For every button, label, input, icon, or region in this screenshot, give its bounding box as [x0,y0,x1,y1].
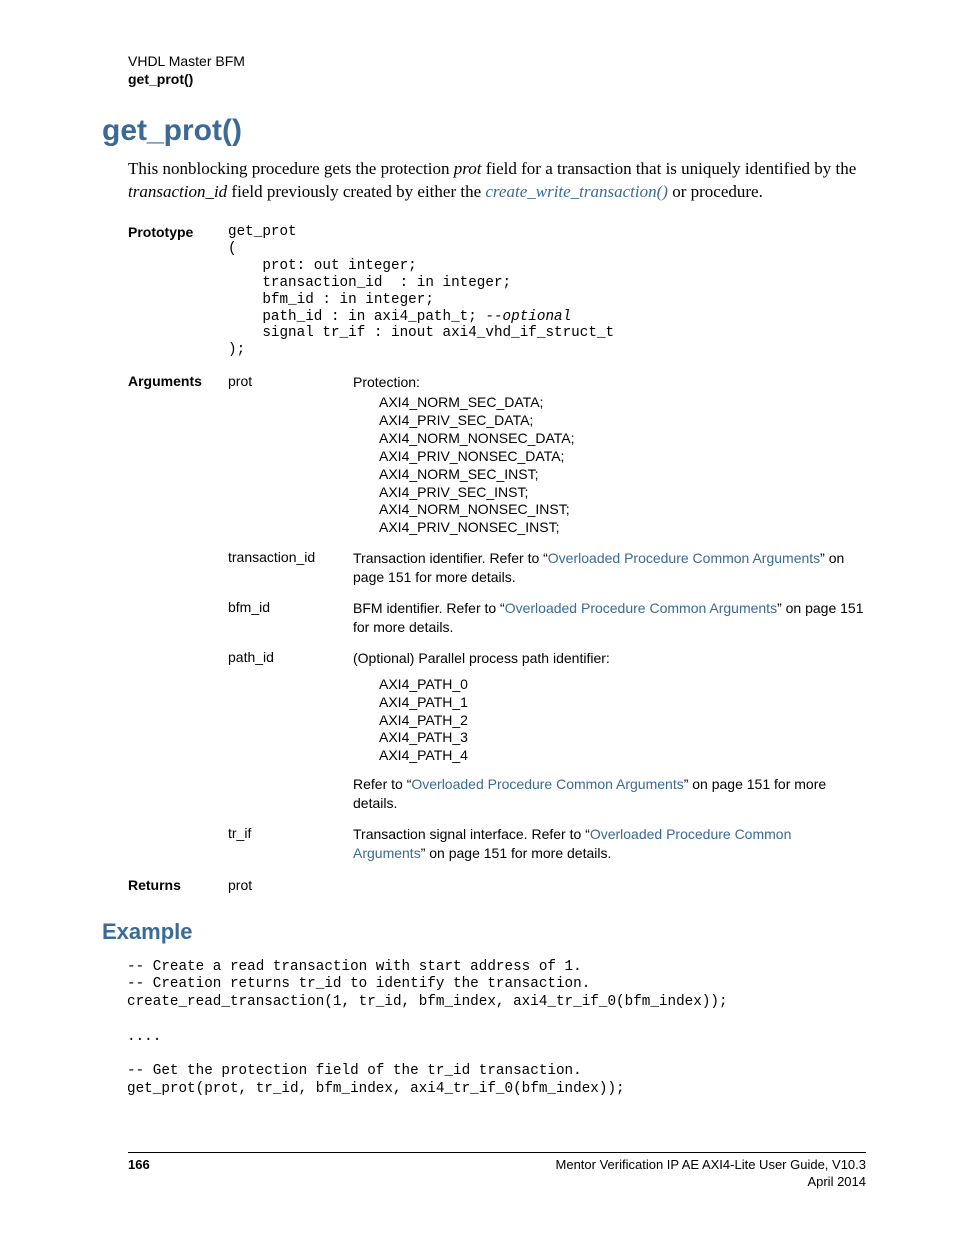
footer-right: Mentor Verification IP AE AXI4-Lite User… [556,1157,866,1191]
argdesc-path-id-footer: Refer to “Overloaded Procedure Common Ar… [353,775,866,813]
footer-date: April 2014 [556,1174,866,1191]
link-create-write-transaction[interactable]: create_write_transaction() [485,182,668,201]
argdesc-tr-if: Transaction signal interface. Refer to “… [353,825,866,863]
prototype-row: Prototype get_prot ( prot: out integer; … [128,224,866,359]
header-section: get_prot() [128,70,866,88]
argname-transaction-id: transaction_id [228,549,353,587]
page-title: get_prot() [102,114,866,148]
argument-row-path-id: path_id (Optional) Parallel process path… [128,649,866,813]
intro-text: or procedure. [668,182,763,201]
link-overloaded-procedure-common-arguments[interactable]: Overloaded Procedure Common Arguments [411,776,683,792]
intro-paragraph: This nonblocking procedure gets the prot… [128,158,866,204]
page-footer: 166 Mentor Verification IP AE AXI4-Lite … [128,1152,866,1191]
argdesc-pre: Transaction signal interface. Refer to “ [353,826,590,842]
argdesc-path-id-head: (Optional) Parallel process path identif… [353,649,866,668]
intro-text: This nonblocking procedure gets the prot… [128,159,454,178]
header-chapter: VHDL Master BFM [128,52,866,70]
label-arguments: Arguments [128,373,228,537]
argdesc-post: ” on page 151 for more details. [421,845,612,861]
argdesc-prot: Protection: AXI4_NORM_SEC_DATA; AXI4_PRI… [353,373,866,537]
argument-row-tr-if: tr_if Transaction signal interface. Refe… [128,825,866,863]
argument-row-prot: Arguments prot Protection: AXI4_NORM_SEC… [128,373,866,537]
link-overloaded-procedure-common-arguments[interactable]: Overloaded Procedure Common Arguments [548,550,820,566]
argdesc-pre: Refer to “ [353,776,411,792]
argname-path-id: path_id [228,649,353,813]
page-header: VHDL Master BFM get_prot() [128,52,866,88]
label-returns: Returns [128,877,228,893]
intro-text: field previously created by either the [227,182,485,201]
code-comment: --optional [485,309,571,325]
argdesc-path-id: (Optional) Parallel process path identif… [353,649,866,813]
argdesc-path-id-items: AXI4_PATH_0 AXI4_PATH_1 AXI4_PATH_2 AXI4… [379,676,866,766]
example-heading: Example [102,919,866,945]
argname-bfm-id: bfm_id [228,599,353,637]
argdesc-transaction-id: Transaction identifier. Refer to “Overlo… [353,549,866,587]
argname-prot: prot [228,373,353,537]
returns-value: prot [228,877,353,893]
intro-em-prot: prot [454,159,482,178]
argument-row-transaction-id: transaction_id Transaction identifier. R… [128,549,866,587]
argdesc-prot-head: Protection: [353,373,866,392]
prototype-body: get_prot ( prot: out integer; transactio… [228,224,866,359]
link-overloaded-procedure-common-arguments[interactable]: Overloaded Procedure Common Arguments [505,600,777,616]
label-prototype: Prototype [128,224,228,359]
footer-doc-title: Mentor Verification IP AE AXI4-Lite User… [556,1157,866,1174]
footer-page-number: 166 [128,1157,150,1191]
argdesc-pre: Transaction identifier. Refer to “ [353,550,548,566]
example-code-block: -- Create a read transaction with start … [127,959,866,1099]
intro-em-transaction-id: transaction_id [128,182,227,201]
intro-text: field for a transaction that is uniquely… [481,159,856,178]
argdesc-prot-items: AXI4_NORM_SEC_DATA; AXI4_PRIV_SEC_DATA; … [379,394,866,537]
code-part2: signal tr_if : inout axi4_vhd_if_struct_… [228,325,614,358]
code-part1: get_prot ( prot: out integer; transactio… [228,224,511,324]
argument-row-bfm-id: bfm_id BFM identifier. Refer to “Overloa… [128,599,866,637]
argdesc-pre: BFM identifier. Refer to “ [353,600,505,616]
argdesc-bfm-id: BFM identifier. Refer to “Overloaded Pro… [353,599,866,637]
returns-row: Returns prot [128,877,866,893]
prototype-code: get_prot ( prot: out integer; transactio… [228,224,866,359]
argname-tr-if: tr_if [228,825,353,863]
